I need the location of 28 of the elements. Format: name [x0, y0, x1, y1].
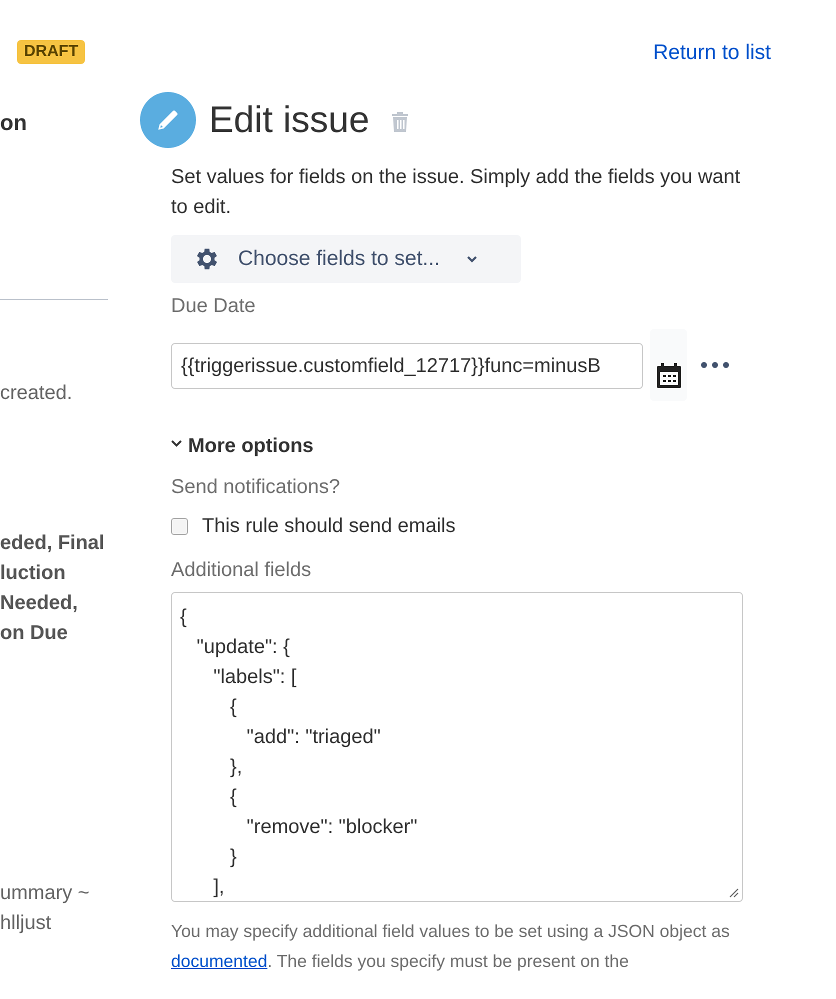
more-icon[interactable] [700, 361, 730, 369]
due-date-input[interactable]: {{triggerissue.customfield_12717}}func=minusB [171, 343, 643, 389]
documented-link[interactable]: documented [171, 951, 268, 971]
field-label: Due Date [171, 294, 256, 319]
calendar-icon [654, 361, 682, 389]
email-checkbox[interactable] [171, 518, 188, 534]
sidebar-text: ummary ~ [0, 881, 90, 906]
sidebar-text: eded, Final [0, 531, 106, 556]
action-title: Edit issue [209, 98, 370, 142]
additional-fields-label: Additional fields [171, 558, 312, 583]
notifications-label: Send notifications? [171, 475, 342, 500]
json-textarea[interactable]: { "update": { "labels": [ { "add": "triaged" }, { "remove": "blocker" } ], [172, 593, 742, 901]
more-options-toggle[interactable]: More options [171, 431, 314, 461]
help-text: You may specify additional field values to be set using a JSON object as documented. The fields you specify must be present on the [171, 920, 731, 973]
sidebar-text: hlljust [0, 911, 52, 936]
choose-fields-button[interactable]: Choose fields to set... [171, 235, 521, 283]
sidebar-text: Needed, [0, 591, 79, 616]
sidebar-text: on Due [0, 621, 69, 646]
sidebar-heading: on [0, 110, 28, 136]
chevron-icon [171, 438, 182, 448]
status-badge: DRAFT [17, 40, 86, 64]
resize-handle-icon[interactable] [729, 888, 739, 898]
action-description: Set values for fields on the issue. Simply add the fields you want to edit. [171, 165, 742, 220]
calendar-button[interactable] [650, 329, 687, 401]
checkbox-label: This rule should send emails [202, 514, 456, 539]
sidebar-text: luction [0, 561, 67, 586]
sidebar-text: created. [0, 381, 74, 406]
return-link[interactable]: Return to list [653, 40, 771, 66]
